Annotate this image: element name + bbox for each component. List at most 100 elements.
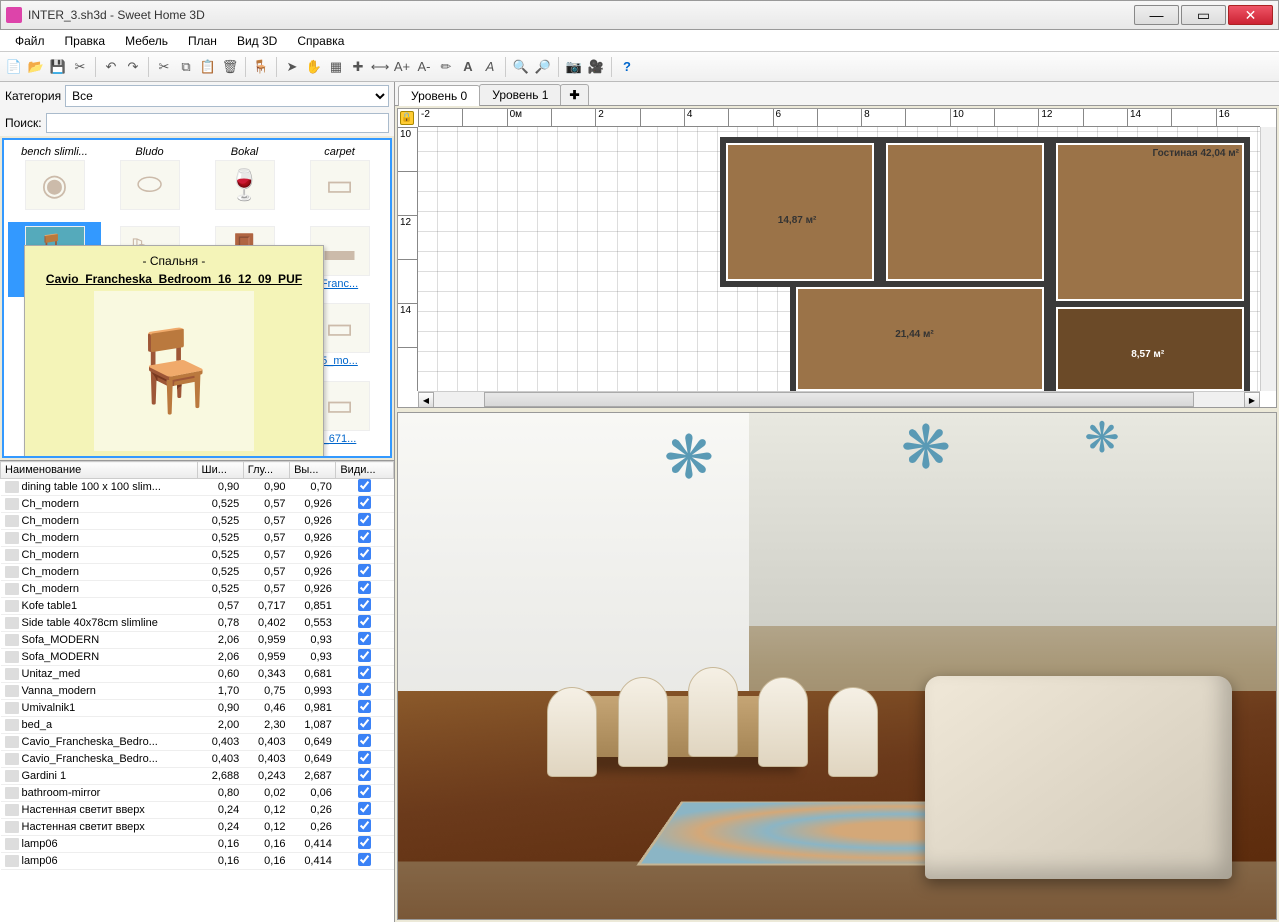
select-icon[interactable]: ➤ xyxy=(282,57,302,77)
table-row[interactable]: Sofa_MODERN2,060,9590,93 xyxy=(1,632,394,649)
save-icon[interactable]: 💾 xyxy=(48,57,68,77)
visible-checkbox[interactable] xyxy=(358,700,371,713)
tab-add[interactable]: ✚ xyxy=(560,84,588,105)
compass-icon[interactable]: ✏ xyxy=(436,57,456,77)
col-width[interactable]: Ши... xyxy=(197,462,243,479)
visible-checkbox[interactable] xyxy=(358,802,371,815)
visible-checkbox[interactable] xyxy=(358,632,371,645)
menu-file[interactable]: Файл xyxy=(5,32,55,50)
table-row[interactable]: Cavio_Francheska_Bedro...0,4030,4030,649 xyxy=(1,751,394,768)
menu-view3d[interactable]: Вид 3D xyxy=(227,32,287,50)
paste-icon[interactable]: 📋 xyxy=(198,57,218,77)
catalog-item[interactable]: Bokal🍷 xyxy=(198,144,291,220)
table-row[interactable]: Vanna_modern1,700,750,993 xyxy=(1,683,394,700)
table-row[interactable]: bed_a2,002,301,087 xyxy=(1,717,394,734)
visible-checkbox[interactable] xyxy=(358,853,371,866)
visible-checkbox[interactable] xyxy=(358,683,371,696)
label-icon[interactable]: A- xyxy=(414,57,434,77)
catalog-item[interactable]: Bludo⬭ xyxy=(103,144,196,220)
visible-checkbox[interactable] xyxy=(358,768,371,781)
table-row[interactable]: Sofa_MODERN2,060,9590,93 xyxy=(1,649,394,666)
table-row[interactable]: Ch_modern0,5250,570,926 xyxy=(1,547,394,564)
prefs-icon[interactable]: ✂ xyxy=(70,57,90,77)
col-depth[interactable]: Глу... xyxy=(243,462,289,479)
table-row[interactable]: Umivalnik10,900,460,981 xyxy=(1,700,394,717)
furniture-table[interactable]: Наименование Ши... Глу... Вы... Види... … xyxy=(0,460,394,922)
tab-level1[interactable]: Уровень 1 xyxy=(479,84,561,105)
table-row[interactable]: Gardini 12,6880,2432,687 xyxy=(1,768,394,785)
visible-checkbox[interactable] xyxy=(358,615,371,628)
open-icon[interactable]: 📂 xyxy=(26,57,46,77)
table-row[interactable]: Ch_modern0,5250,570,926 xyxy=(1,530,394,547)
photo-icon[interactable]: 📷 xyxy=(564,57,584,77)
bold-icon[interactable]: A xyxy=(458,57,478,77)
category-select[interactable]: Все xyxy=(65,85,389,107)
lock-icon[interactable]: 🔒 xyxy=(400,111,414,125)
italic-icon[interactable]: A xyxy=(480,57,500,77)
close-button[interactable]: ✕ xyxy=(1228,5,1273,25)
copy-icon[interactable]: ⧉ xyxy=(176,57,196,77)
visible-checkbox[interactable] xyxy=(358,785,371,798)
table-row[interactable]: Ch_modern0,5250,570,926 xyxy=(1,513,394,530)
visible-checkbox[interactable] xyxy=(358,751,371,764)
delete-icon[interactable]: 🗑 xyxy=(220,57,240,77)
col-visible[interactable]: Види... xyxy=(336,462,394,479)
text-icon[interactable]: A+ xyxy=(392,57,412,77)
maximize-button[interactable]: ▭ xyxy=(1181,5,1226,25)
zoomin-icon[interactable]: 🔍 xyxy=(511,57,531,77)
plan-scrollbar-h[interactable]: ◀▶ xyxy=(418,391,1260,407)
visible-checkbox[interactable] xyxy=(358,479,371,492)
cut-icon[interactable]: ✂ xyxy=(154,57,174,77)
addfurn-icon[interactable]: 🪑 xyxy=(251,57,271,77)
col-name[interactable]: Наименование xyxy=(1,462,198,479)
visible-checkbox[interactable] xyxy=(358,547,371,560)
visible-checkbox[interactable] xyxy=(358,717,371,730)
visible-checkbox[interactable] xyxy=(358,598,371,611)
visible-checkbox[interactable] xyxy=(358,649,371,662)
table-row[interactable]: bathroom-mirror0,800,020,06 xyxy=(1,785,394,802)
pan-icon[interactable]: ✋ xyxy=(304,57,324,77)
menu-help[interactable]: Справка xyxy=(287,32,354,50)
table-row[interactable]: Ch_modern0,5250,570,926 xyxy=(1,581,394,598)
table-row[interactable]: Настенная светит вверх0,240,120,26 xyxy=(1,802,394,819)
plan-scrollbar-v[interactable] xyxy=(1260,127,1276,391)
table-row[interactable]: Ch_modern0,5250,570,926 xyxy=(1,564,394,581)
undo-icon[interactable]: ↶ xyxy=(101,57,121,77)
catalog-item[interactable]: carpet▭ xyxy=(293,144,386,220)
menu-furniture[interactable]: Мебель xyxy=(115,32,178,50)
menu-plan[interactable]: План xyxy=(178,32,227,50)
plan-canvas[interactable]: 14,87 м² Гостиная 42,04 м² 21,44 м² 8,57… xyxy=(418,127,1260,391)
table-row[interactable]: Cavio_Francheska_Bedro...0,4030,4030,649 xyxy=(1,734,394,751)
help-icon[interactable]: ? xyxy=(617,57,637,77)
visible-checkbox[interactable] xyxy=(358,564,371,577)
table-row[interactable]: Side table 40x78cm slimline0,780,4020,55… xyxy=(1,615,394,632)
visible-checkbox[interactable] xyxy=(358,530,371,543)
table-row[interactable]: Ch_modern0,5250,570,926 xyxy=(1,496,394,513)
dim-icon[interactable]: ⟷ xyxy=(370,57,390,77)
table-row[interactable]: dining table 100 x 100 slim...0,900,900,… xyxy=(1,479,394,496)
catalog-item[interactable]: bench slimli...◉ xyxy=(8,144,101,220)
minimize-button[interactable]: — xyxy=(1134,5,1179,25)
tab-level0[interactable]: Уровень 0 xyxy=(398,85,480,106)
view-3d[interactable] xyxy=(397,412,1277,920)
zoomout-icon[interactable]: 🔎 xyxy=(533,57,553,77)
visible-checkbox[interactable] xyxy=(358,836,371,849)
visible-checkbox[interactable] xyxy=(358,666,371,679)
col-height[interactable]: Вы... xyxy=(290,462,336,479)
room-icon[interactable]: ✚ xyxy=(348,57,368,77)
search-input[interactable] xyxy=(46,113,389,133)
visible-checkbox[interactable] xyxy=(358,513,371,526)
redo-icon[interactable]: ↷ xyxy=(123,57,143,77)
table-row[interactable]: Настенная светит вверх0,240,120,26 xyxy=(1,819,394,836)
visible-checkbox[interactable] xyxy=(358,734,371,747)
plan-view[interactable]: 🔒 -20м246810121416 101214 14,87 м² Гости… xyxy=(397,108,1277,408)
table-row[interactable]: Kofe table10,570,7170,851 xyxy=(1,598,394,615)
table-row[interactable]: Unitaz_med0,600,3430,681 xyxy=(1,666,394,683)
visible-checkbox[interactable] xyxy=(358,496,371,509)
video-icon[interactable]: 🎥 xyxy=(586,57,606,77)
visible-checkbox[interactable] xyxy=(358,581,371,594)
wall-icon[interactable]: ▦ xyxy=(326,57,346,77)
table-row[interactable]: lamp060,160,160,414 xyxy=(1,853,394,870)
visible-checkbox[interactable] xyxy=(358,819,371,832)
menu-edit[interactable]: Правка xyxy=(55,32,116,50)
